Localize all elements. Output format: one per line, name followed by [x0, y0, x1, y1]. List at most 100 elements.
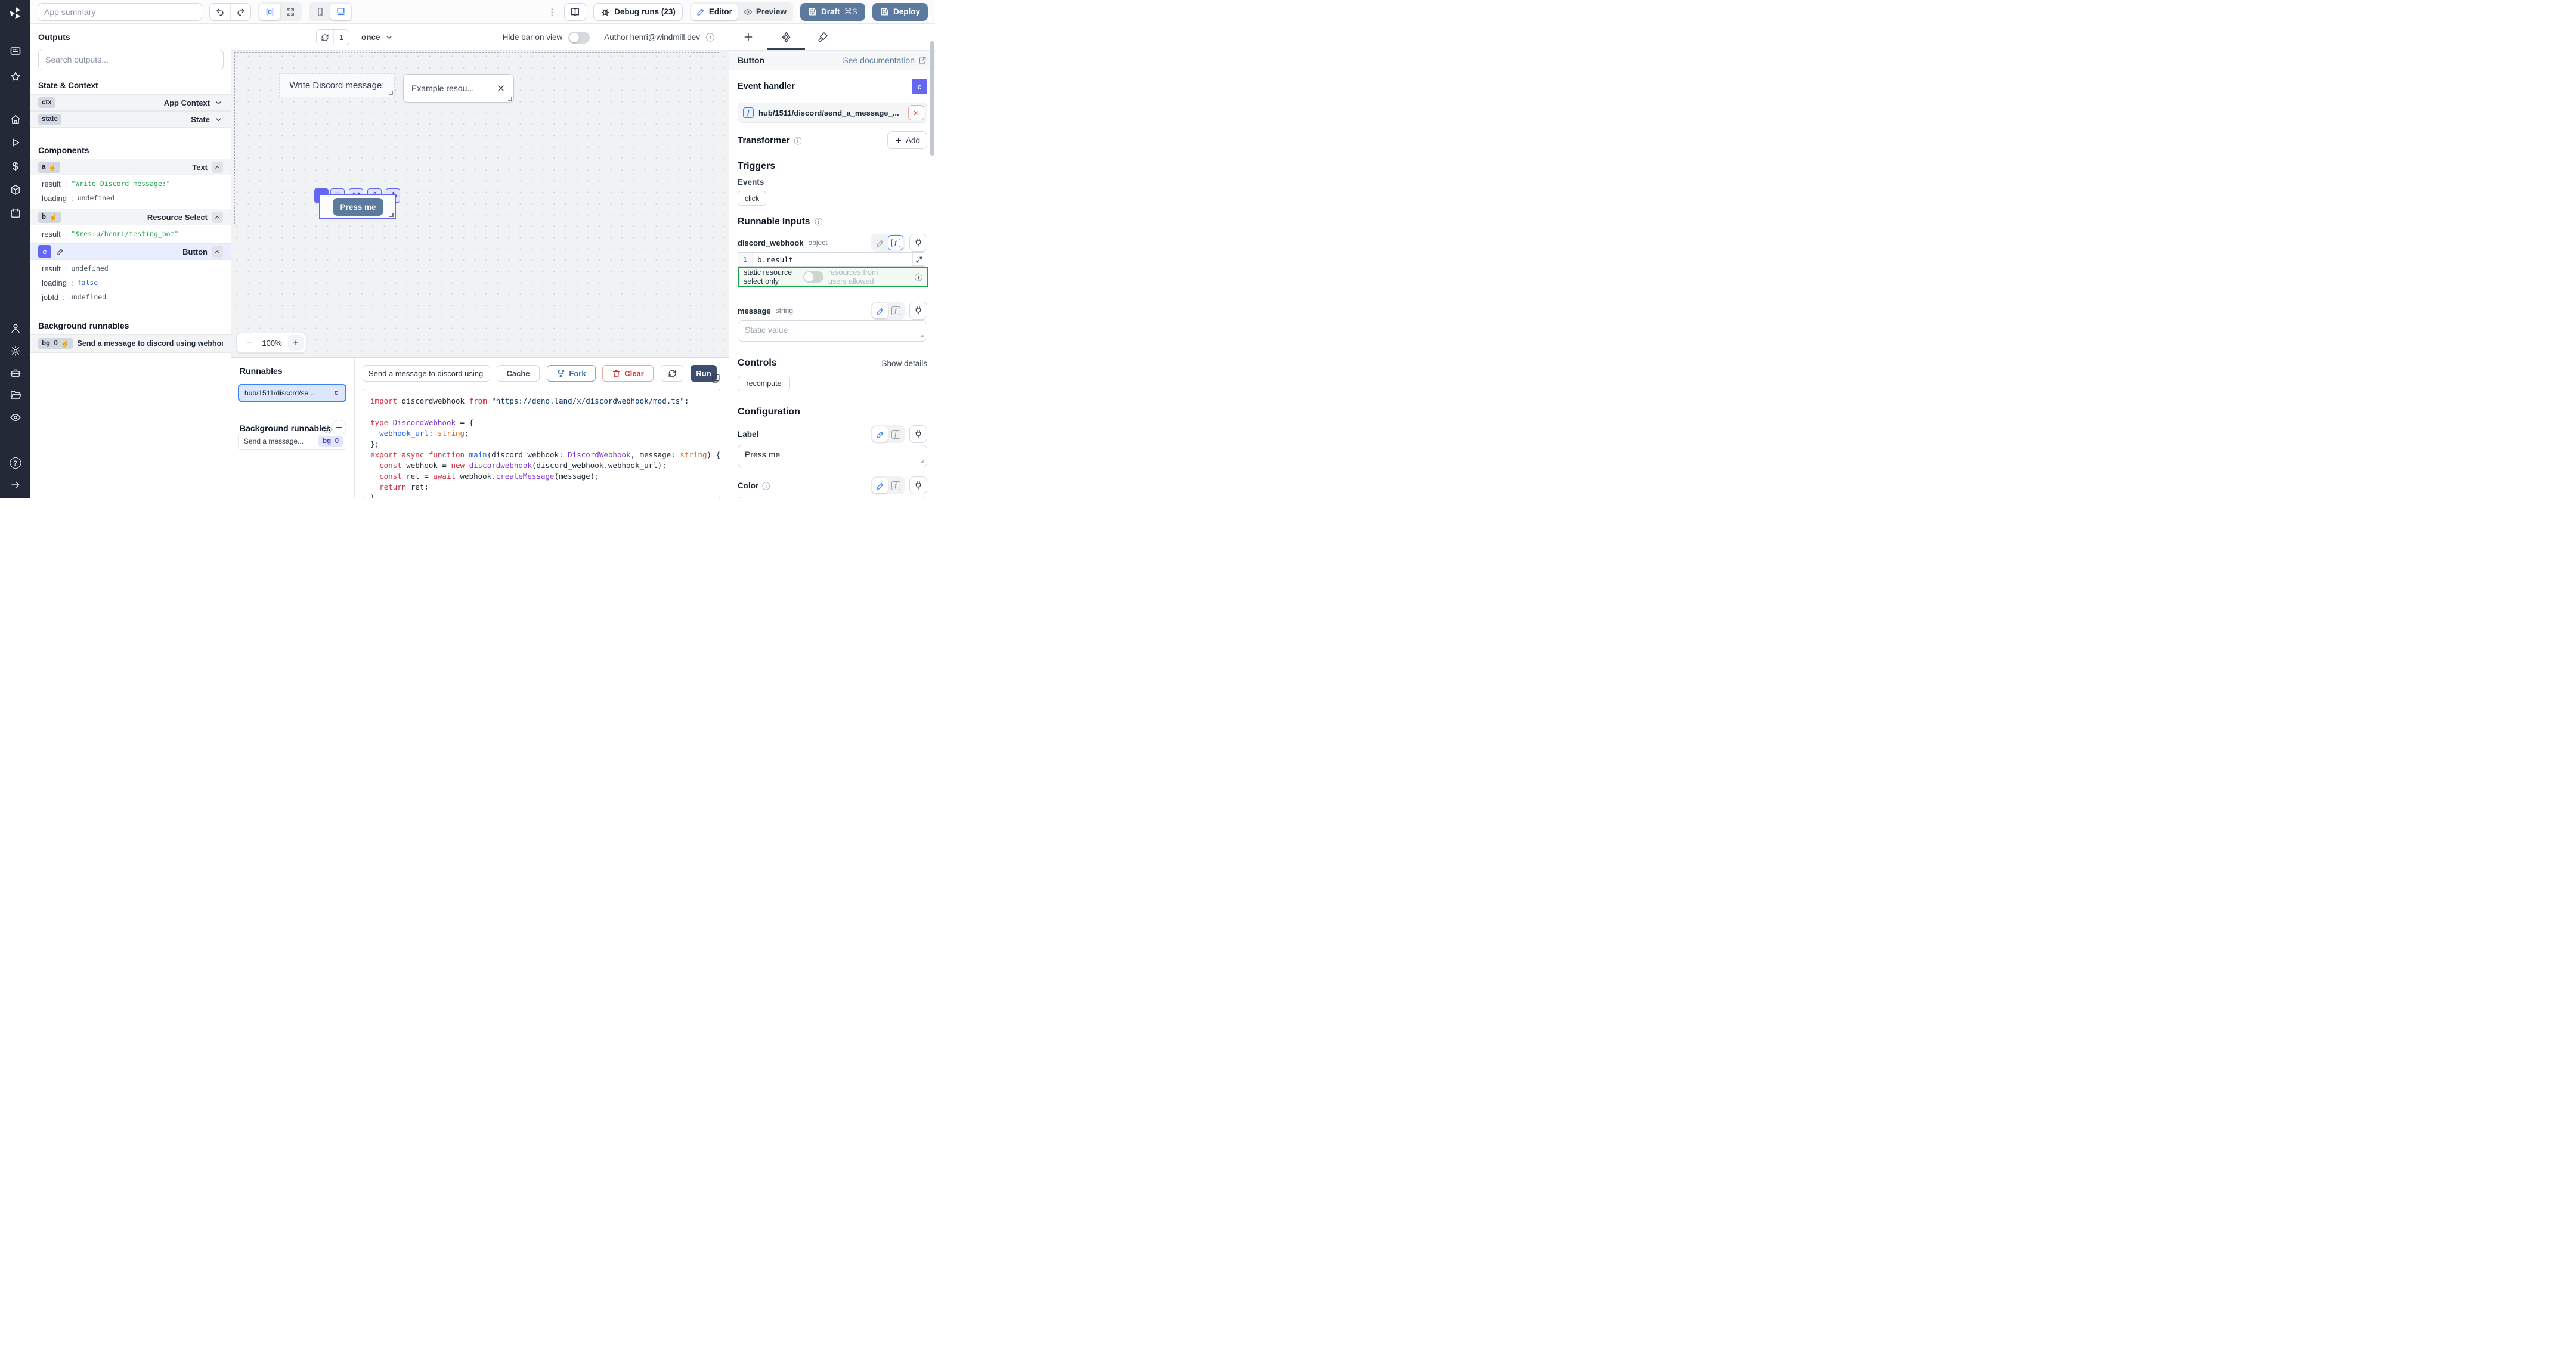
folders-icon[interactable]: [10, 389, 21, 401]
remove-handler-button[interactable]: [908, 105, 924, 120]
help-icon[interactable]: ?: [10, 457, 21, 469]
audit-eye-icon[interactable]: [10, 411, 21, 423]
event-click-chip[interactable]: click: [738, 191, 766, 206]
tab-styling-brush-icon[interactable]: [815, 29, 831, 45]
tab-component-settings-icon[interactable]: [778, 29, 794, 45]
eval-function-icon[interactable]: f: [888, 235, 903, 250]
schedules-icon[interactable]: [10, 207, 21, 219]
code-editor[interactable]: import discordwebhook from "https://deno…: [363, 389, 720, 498]
refresh-icon[interactable]: [317, 30, 334, 45]
static-pencil-icon[interactable]: [872, 235, 888, 250]
background-runnable-item[interactable]: Send a message... bg_0: [238, 433, 346, 450]
label-value-input[interactable]: Press me: [738, 445, 927, 467]
run-mode-select[interactable]: once: [361, 29, 394, 45]
search-outputs-input[interactable]: [38, 49, 224, 70]
documentation-book-button[interactable]: [564, 3, 586, 21]
variables-icon[interactable]: $: [12, 160, 18, 173]
resources-icon[interactable]: [10, 184, 21, 196]
refresh-count-button[interactable]: 1: [316, 29, 349, 45]
clear-button[interactable]: Clear: [602, 365, 654, 382]
text-component[interactable]: Write Discord message:: [279, 73, 395, 97]
resize-handle[interactable]: [508, 97, 512, 101]
selected-button-component[interactable]: Press me: [319, 194, 396, 219]
cache-button[interactable]: Cache: [497, 365, 540, 382]
redo-button[interactable]: [230, 4, 250, 20]
connect-plug-icon[interactable]: [909, 425, 927, 443]
script-title-input[interactable]: [363, 365, 490, 382]
see-documentation-link[interactable]: See documentation: [843, 55, 927, 65]
debug-runs-button[interactable]: Debug runs (23): [593, 3, 683, 21]
info-icon[interactable]: ⓘ: [706, 32, 714, 44]
refresh-script-button[interactable]: [661, 365, 683, 382]
windmill-logo-icon[interactable]: [8, 5, 23, 21]
collapse-button[interactable]: [212, 246, 223, 258]
app-summary-input[interactable]: [38, 3, 202, 21]
tab-insert-plus-icon[interactable]: [740, 29, 757, 45]
collapse-button[interactable]: [212, 162, 223, 173]
connect-plug-icon[interactable]: [909, 234, 927, 252]
expand-sidebar-icon[interactable]: [10, 479, 21, 490]
resources-from-users-toggle[interactable]: [803, 271, 823, 283]
runnable-item-selected[interactable]: hub/1511/discord/se... c: [238, 384, 346, 402]
expand-editor-icon[interactable]: [912, 253, 925, 266]
eval-function-icon[interactable]: f: [888, 303, 903, 318]
textarea-resize-icon[interactable]: [917, 457, 924, 464]
chevron-down-icon[interactable]: [214, 115, 223, 124]
expression-value[interactable]: b.result: [753, 253, 923, 266]
resize-handle[interactable]: [389, 91, 393, 95]
deploy-button[interactable]: Deploy: [872, 3, 928, 21]
component-row-a[interactable]: a☝ Text: [30, 159, 231, 175]
component-row-c-selected[interactable]: c Button: [30, 243, 231, 260]
centering-toggle-button[interactable]: [259, 4, 280, 20]
desktop-view-button[interactable]: [330, 4, 351, 20]
resource-select-component[interactable]: Example resou...: [403, 74, 514, 103]
static-pencil-icon[interactable]: [872, 478, 888, 493]
handler-script-row[interactable]: f hub/1511/discord/send_a_message_...: [738, 103, 927, 123]
app-window-icon[interactable]: [10, 45, 21, 57]
info-icon[interactable]: ⓘ: [762, 480, 770, 491]
recompute-chip[interactable]: recompute: [738, 376, 790, 391]
mobile-view-button[interactable]: [310, 4, 330, 20]
output-row-state[interactable]: state State: [30, 111, 231, 128]
info-icon[interactable]: ⓘ: [815, 216, 822, 227]
connect-plug-icon[interactable]: [909, 476, 927, 494]
textarea-resize-icon[interactable]: [917, 331, 924, 338]
resize-handle[interactable]: [389, 213, 394, 217]
undo-button[interactable]: [210, 4, 230, 20]
expression-editor[interactable]: 1 b.result: [738, 252, 924, 267]
chevron-down-icon[interactable]: [214, 98, 223, 107]
settings-gear-icon[interactable]: [10, 345, 21, 357]
static-pencil-icon[interactable]: [872, 303, 888, 318]
runs-icon[interactable]: [10, 137, 21, 148]
message-static-input[interactable]: [738, 320, 927, 342]
hide-bar-toggle[interactable]: [568, 32, 590, 44]
workers-icon[interactable]: [10, 367, 21, 379]
tab-preview[interactable]: Preview: [738, 4, 792, 20]
kebab-menu-icon[interactable]: ⋮: [547, 7, 557, 17]
press-me-button[interactable]: Press me: [333, 198, 383, 216]
component-row-b[interactable]: b☝ Resource Select: [30, 209, 231, 225]
collapse-button[interactable]: [212, 212, 223, 223]
scrollbar-thumb[interactable]: [930, 41, 934, 156]
eval-function-icon[interactable]: f: [888, 478, 903, 493]
zoom-in-button[interactable]: +: [288, 335, 304, 351]
output-row-ctx[interactable]: ctx App Context: [30, 94, 231, 111]
app-canvas[interactable]: Write Discord message: Example resou... …: [231, 51, 729, 357]
info-icon[interactable]: ⓘ: [794, 135, 802, 146]
static-pencil-icon[interactable]: [872, 426, 888, 442]
home-icon[interactable]: [10, 114, 21, 125]
draft-button[interactable]: Draft⌘S: [800, 3, 865, 21]
background-runnable-row[interactable]: bg_0☝ Send a message to discord using we…: [30, 334, 231, 353]
fullscreen-button[interactable]: [280, 4, 301, 20]
color-value-input[interactable]: [738, 497, 927, 498]
copy-code-icon[interactable]: [710, 373, 720, 383]
info-icon[interactable]: ⓘ: [915, 271, 922, 283]
user-icon[interactable]: [10, 323, 21, 334]
add-transformer-button[interactable]: Add: [887, 131, 927, 149]
fork-button[interactable]: Fork: [547, 365, 596, 382]
tab-editor[interactable]: Editor: [691, 4, 738, 20]
eval-function-icon[interactable]: f: [888, 426, 903, 442]
clear-select-icon[interactable]: [496, 83, 506, 93]
star-icon[interactable]: [10, 71, 21, 82]
zoom-out-button[interactable]: −: [244, 337, 256, 348]
